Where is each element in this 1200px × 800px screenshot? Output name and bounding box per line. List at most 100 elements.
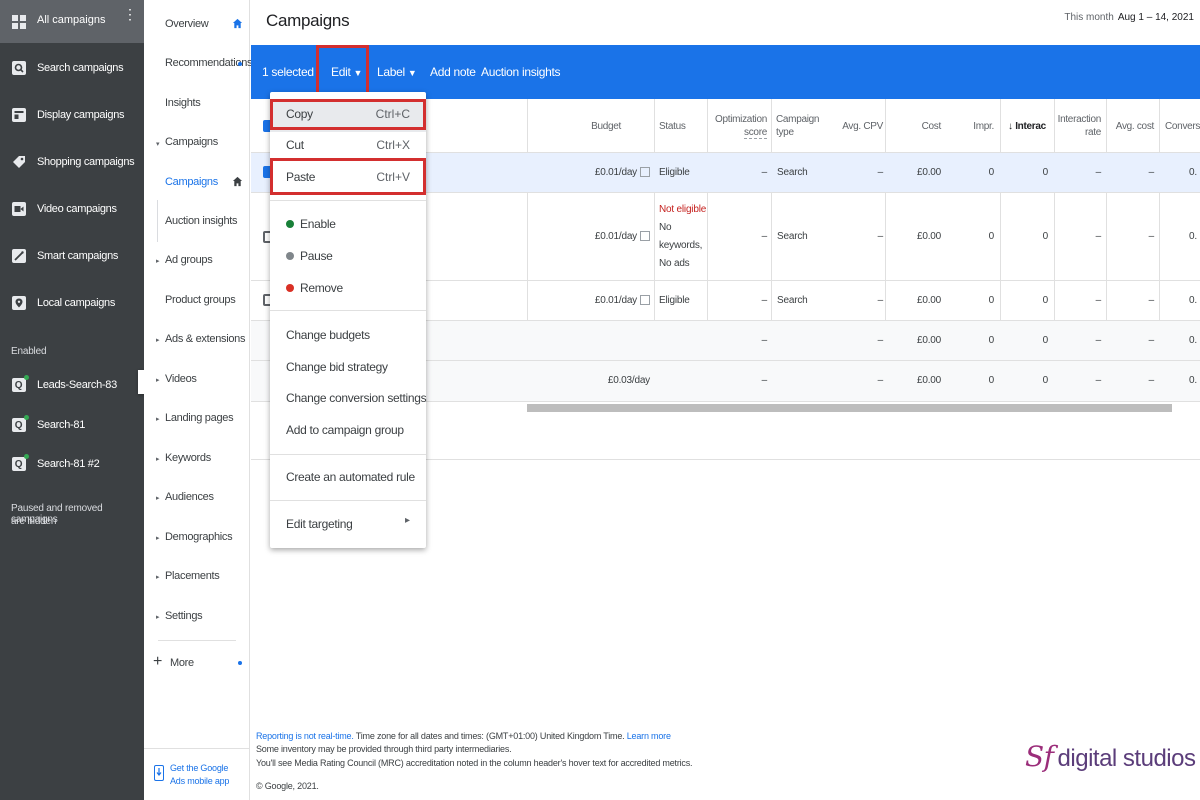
caret-down-icon: ▾ [156,141,160,148]
col-interactions[interactable]: ↓ Interac [1008,120,1050,133]
col-avg-cost[interactable]: Avg. cost [1109,120,1155,133]
cell-cost: £0.00 [916,231,941,242]
cell-impr: 0 [988,335,995,346]
cell-status-sub: No ads [659,258,690,269]
video-icon [11,202,26,217]
cell-budget: £0.01/day [551,167,650,178]
nav-campaigns[interactable]: Campaigns [165,176,218,188]
mobile-app-text: Get the Google [170,763,229,773]
cell-opt: – [761,335,768,346]
col-status[interactable]: Status [659,120,699,133]
sidebar-campaign-search-81-2[interactable]: Q Search-81 #2 [0,449,144,479]
nav-more[interactable]: More [170,657,194,669]
mobile-app-promo[interactable]: Get the Google Ads mobile app [144,748,250,800]
cell-cost: £0.00 [916,167,941,178]
cell-opt: – [761,295,768,306]
nav-campaigns-group[interactable]: Campaigns [165,136,218,148]
budget-value: £0.01/day [594,231,637,242]
nav-auction-insights[interactable]: Auction insights [165,215,238,227]
nav-product-groups[interactable]: Product groups [165,294,236,306]
menu-change-conversion-settings[interactable]: Change conversion settings [286,391,427,405]
remove-dot-icon [286,283,294,292]
more-vert-icon[interactable]: ⋮ [123,7,137,21]
horizontal-scrollbar[interactable] [527,404,1172,412]
col-cost[interactable]: Cost [891,120,942,133]
cell-status-sub: keywords, [659,240,703,251]
col-impr[interactable]: Impr. [951,120,994,133]
col-campaign-type[interactable]: Campaign type [776,113,821,139]
sidebar-item-local-campaigns[interactable]: Local campaigns [0,288,144,318]
caret-right-icon: ▸ [156,337,160,344]
menu-create-automated-rule[interactable]: Create an automated rule [286,470,415,484]
chart-icon[interactable] [640,231,650,242]
nav-insights[interactable]: Insights [165,97,201,109]
nav-settings[interactable]: Settings [165,610,203,622]
caret-right-icon: ▸ [156,258,160,265]
all-campaigns-label: All campaigns [37,14,106,26]
nav-overview[interactable]: Overview [165,18,209,30]
all-campaigns-item[interactable]: All campaigns ⋮ [0,0,144,43]
cell-opt: – [761,167,768,178]
enabled-section-label: Enabled [11,346,47,357]
phone-icon [154,765,164,781]
realtime-link[interactable]: Reporting is not real-time. [256,731,354,741]
add-note-button[interactable]: Add note [430,65,476,79]
col-avg-cpv[interactable]: Avg. CPV [823,120,883,133]
chart-icon[interactable] [640,167,650,178]
sidebar-item-search-campaigns[interactable]: Search campaigns [0,53,144,83]
sidebar-item-display-campaigns[interactable]: Display campaigns [0,100,144,130]
col-budget[interactable]: Budget [521,120,621,133]
menu-divider [270,500,426,501]
cell-avgcost: – [1148,231,1155,242]
enable-dot-icon [286,219,294,228]
menu-cut[interactable]: Cut [286,138,304,152]
col-conversions[interactable]: Conversio [1165,120,1200,133]
nav-ad-groups[interactable]: Ad groups [165,254,213,266]
cut-shortcut: Ctrl+X [376,138,410,152]
campaign-label: Search-81 #2 [37,458,100,470]
sidebar-item-smart-campaigns[interactable]: Smart campaigns [0,241,144,271]
copyright: © Google, 2021. [256,781,319,791]
chart-icon[interactable] [640,295,650,306]
nav-landing-pages[interactable]: Landing pages [165,412,234,424]
menu-enable[interactable]: Enable [286,217,336,231]
page-nav [144,0,250,800]
budget-value: £0.01/day [594,167,637,178]
sidebar-campaign-search-81[interactable]: Q Search-81 [0,410,144,440]
menu-change-budgets[interactable]: Change budgets [286,328,370,342]
col-interaction-rate[interactable]: Interaction rate [1056,113,1102,139]
chevron-right-icon: ▸ [404,515,410,526]
date-range-selector[interactable]: This month Aug 1 – 14, 2021 [1064,12,1194,23]
selection-toolbar: 1 selected Edit ▼ Label ▼ Add note Aucti… [251,45,1200,99]
cell-cost: £0.00 [916,335,941,346]
learn-more-link[interactable]: Learn more [627,731,671,741]
nav-audiences[interactable]: Audiences [165,491,214,503]
menu-remove[interactable]: Remove [286,281,343,295]
selected-count: 1 selected [262,65,314,79]
nav-videos[interactable]: Videos [165,373,197,385]
sidebar-campaign-leads-search-83[interactable]: Q Leads-Search-83 [0,370,144,400]
nav-keywords[interactable]: Keywords [165,452,211,464]
sidebar-item-shopping-campaigns[interactable]: Shopping campaigns [0,147,144,177]
search-icon [11,61,26,76]
home-icon [232,176,243,187]
menu-pause[interactable]: Pause [286,249,333,263]
menu-edit-targeting[interactable]: Edit targeting [286,517,353,531]
auction-insights-button[interactable]: Auction insights [481,65,561,79]
nav-demographics[interactable]: Demographics [165,531,233,543]
sidebar-item-label: Shopping campaigns [37,156,135,168]
plus-icon[interactable]: + [153,653,162,671]
nav-placements[interactable]: Placements [165,570,220,582]
sidebar-item-video-campaigns[interactable]: Video campaigns [0,194,144,224]
menu-add-to-campaign-group[interactable]: Add to campaign group [286,423,404,437]
cell-irate: – [1095,335,1102,346]
cell-status: Eligible [659,167,690,178]
label-button[interactable]: Label ▼ [377,65,417,79]
cell-cpv: – [877,167,884,178]
sidebar-item-label: Display campaigns [37,109,125,121]
cell-conv: 0. [1189,167,1197,178]
nav-ads-extensions[interactable]: Ads & extensions [165,333,246,345]
col-optimization-score[interactable]: Optimization score [709,113,767,139]
dropdown-arrow-icon: ▼ [407,68,417,78]
menu-change-bid-strategy[interactable]: Change bid strategy [286,360,388,374]
